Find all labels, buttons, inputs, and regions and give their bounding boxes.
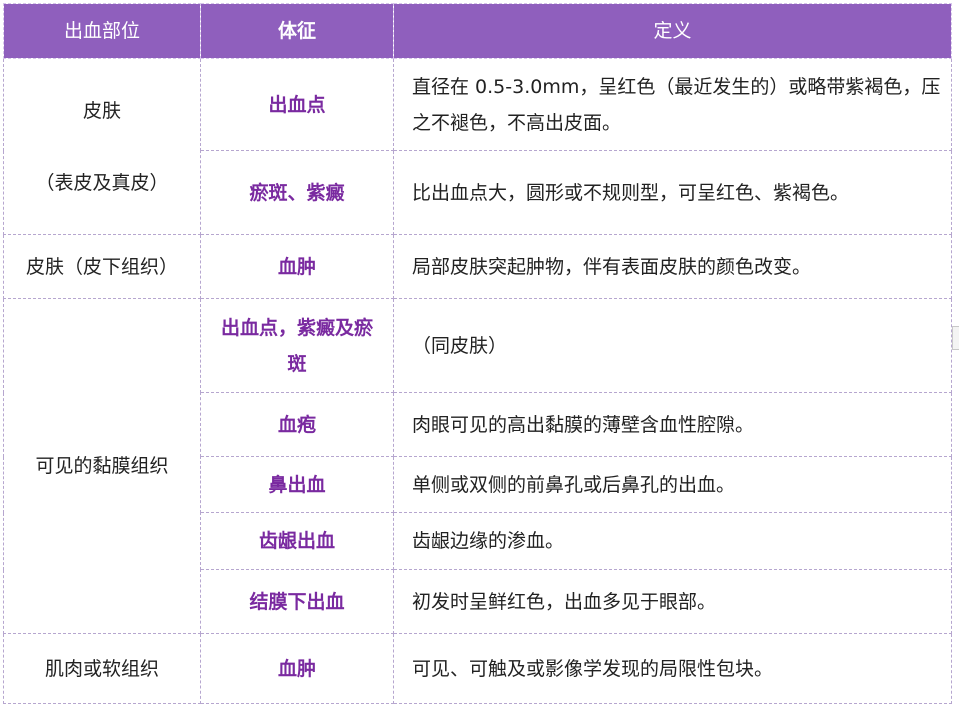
sign-cell: 齿龈出血: [200, 512, 394, 570]
definition-cell: 肉眼可见的高出黏膜的薄壁含血性腔隙。: [393, 392, 952, 457]
header-sign: 体征: [200, 3, 394, 59]
table-row: 肌肉或软组织 血肿 可见、可触及或影像学发现的局限性包块。: [3, 633, 952, 704]
table-row: 皮肤 （表皮及真皮） 出血点 直径在 0.5-3.0mm，呈红色（最近发生的）或…: [3, 58, 952, 235]
definition-cell: 直径在 0.5-3.0mm，呈红色（最近发生的）或略带紫褐色，压之不褪色，不高出…: [393, 58, 952, 151]
table-header-row: 出血部位 体征 定义: [3, 3, 952, 59]
sign-cell: 瘀斑、紫癜: [200, 150, 394, 235]
site-cell-muscle: 肌肉或软组织: [3, 633, 201, 704]
definition-cell: 局部皮肤突起肿物，伴有表面皮肤的颜色改变。: [393, 234, 952, 299]
site-cell-subcutaneous: 皮肤（皮下组织）: [3, 234, 201, 299]
table-row: 可见的黏膜组织 出血点，紫癜及瘀斑 （同皮肤）: [3, 298, 952, 634]
site-cell-skin: 皮肤 （表皮及真皮）: [3, 58, 201, 235]
sign-cell: 结膜下出血: [200, 569, 394, 634]
sign-cell: 血肿: [200, 234, 394, 299]
header-bleeding-site: 出血部位: [3, 3, 201, 59]
definition-cell: 可见、可触及或影像学发现的局限性包块。: [393, 633, 952, 704]
bleeding-signs-table: 出血部位 体征 定义 皮肤 （表皮及真皮） 出血点 直径在 0.5-3.0mm，…: [3, 3, 952, 704]
sign-cell: 出血点，紫癜及瘀斑: [200, 298, 394, 393]
site-cell-mucosa: 可见的黏膜组织: [3, 298, 201, 634]
scrollbar-handle[interactable]: [952, 326, 959, 350]
site-skin-line-1: 皮肤: [82, 99, 121, 122]
definition-cell: 初发时呈鲜红色，出血多见于眼部。: [393, 569, 952, 634]
sign-cell: 血肿: [200, 633, 394, 704]
header-definition: 定义: [393, 3, 952, 59]
sign-cell: 出血点: [200, 58, 394, 151]
definition-cell: 齿龈边缘的渗血。: [393, 512, 952, 570]
sign-cell: 鼻出血: [200, 456, 394, 513]
site-skin-line-2: （表皮及真皮）: [35, 171, 169, 194]
sign-cell: 血疱: [200, 392, 394, 457]
definition-cell: （同皮肤）: [393, 298, 952, 393]
definition-cell: 单侧或双侧的前鼻孔或后鼻孔的出血。: [393, 456, 952, 513]
definition-cell: 比出血点大，圆形或不规则型，可呈红色、紫褐色。: [393, 150, 952, 235]
table-row: 皮肤（皮下组织） 血肿 局部皮肤突起肿物，伴有表面皮肤的颜色改变。: [3, 234, 952, 299]
